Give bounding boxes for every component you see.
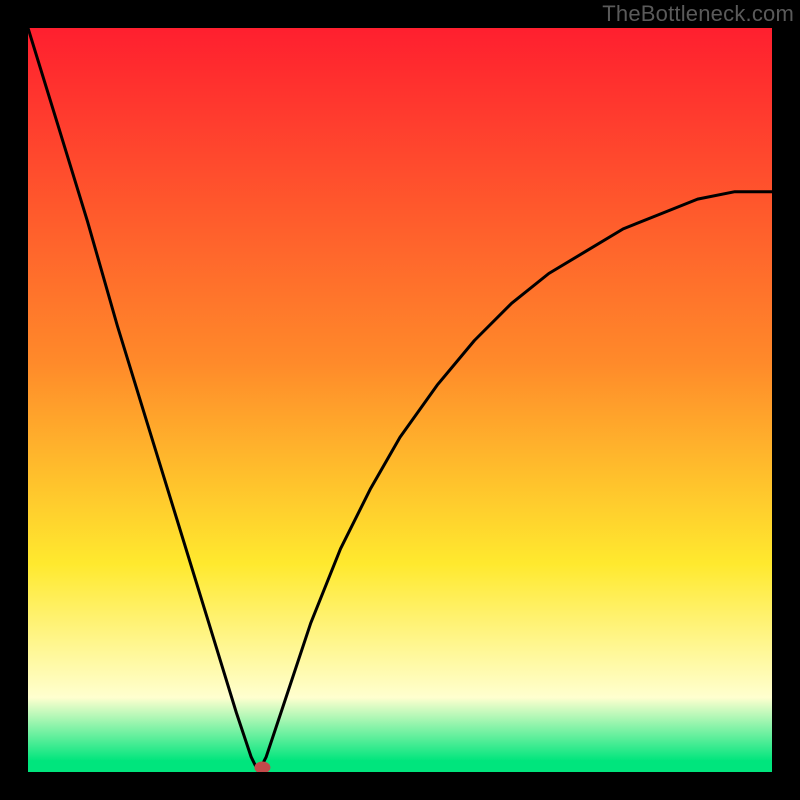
chart-frame: TheBottleneck.com — [0, 0, 800, 800]
watermark-text: TheBottleneck.com — [602, 1, 794, 27]
minimum-marker — [254, 762, 270, 773]
bottleneck-curve — [28, 28, 772, 772]
curve-layer — [28, 28, 772, 772]
plot-area — [28, 28, 772, 772]
